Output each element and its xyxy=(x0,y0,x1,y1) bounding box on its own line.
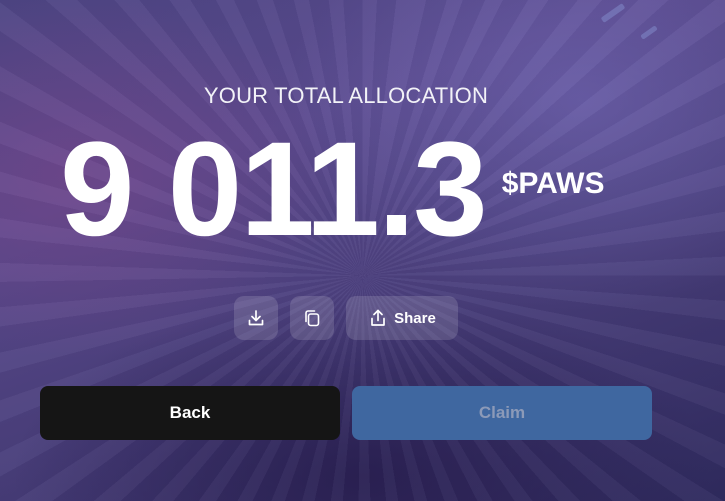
download-button[interactable] xyxy=(234,296,278,340)
back-button[interactable]: Back xyxy=(40,386,340,440)
share-icon xyxy=(368,308,388,328)
token-ticker: $PAWS xyxy=(501,167,605,200)
allocation-screen: YOUR TOTAL ALLOCATION 9 011.3 $PAWS Shar… xyxy=(0,0,725,501)
copy-icon xyxy=(302,308,322,328)
allocation-label: YOUR TOTAL ALLOCATION xyxy=(203,83,489,108)
background-shard xyxy=(600,3,626,23)
back-label: Back xyxy=(169,403,211,422)
claim-label: Claim xyxy=(478,403,526,422)
copy-button[interactable] xyxy=(290,296,334,340)
download-icon xyxy=(246,308,266,328)
claim-button[interactable]: Claim xyxy=(352,386,652,440)
share-button[interactable]: Share xyxy=(346,296,458,340)
allocation-amount-row: 9 011.3 $PAWS xyxy=(60,120,605,260)
background-shard xyxy=(640,25,658,40)
share-label: Share xyxy=(394,309,436,327)
allocation-amount: 9 011.3 xyxy=(60,115,488,264)
